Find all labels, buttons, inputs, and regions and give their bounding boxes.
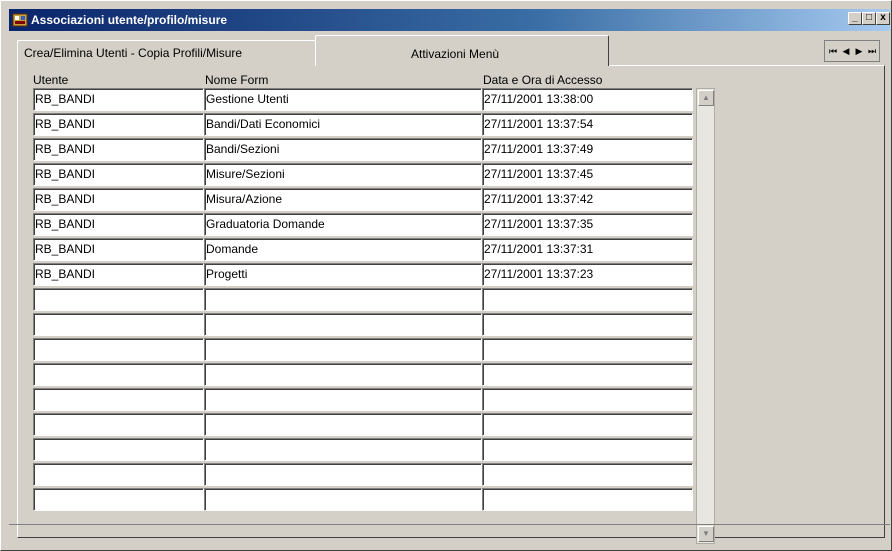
cell-user[interactable] (33, 313, 204, 336)
cell-user[interactable] (33, 488, 204, 511)
cell-datetime[interactable] (482, 488, 693, 511)
next-record-icon[interactable]: ▶ (853, 44, 865, 58)
cell-form[interactable] (204, 388, 482, 411)
cell-user[interactable]: RB_BANDI (33, 238, 204, 261)
cell-datetime[interactable] (482, 288, 693, 311)
column-header-form: Nome Form (205, 73, 269, 87)
column-header-user: Utente (33, 73, 69, 87)
app-icon (12, 12, 28, 28)
cell-datetime[interactable] (482, 313, 693, 336)
cell-form[interactable] (204, 413, 482, 436)
cell-user[interactable]: RB_BANDI (33, 88, 204, 111)
cell-user[interactable]: RB_BANDI (33, 263, 204, 286)
cell-datetime[interactable]: 27/11/2001 13:37:54 (482, 113, 693, 136)
cell-form[interactable]: Progetti (204, 263, 482, 286)
cell-form[interactable] (204, 488, 482, 511)
cell-user[interactable]: RB_BANDI (33, 163, 204, 186)
cell-datetime[interactable] (482, 413, 693, 436)
tab-attivazioni-menu[interactable]: Attivazioni Menù (315, 35, 609, 66)
cell-datetime[interactable]: 27/11/2001 13:38:00 (482, 88, 693, 111)
cell-form[interactable]: Bandi/Dati Economici (204, 113, 482, 136)
maximize-button[interactable]: □ (862, 12, 876, 25)
cell-datetime[interactable] (482, 363, 693, 386)
cell-form[interactable] (204, 463, 482, 486)
close-button[interactable]: x (876, 12, 890, 25)
window-title: Associazioni utente/profilo/misure (31, 13, 228, 27)
last-record-icon[interactable]: ⏭ (866, 44, 878, 58)
cell-form[interactable]: Misura/Azione (204, 188, 482, 211)
cell-form[interactable]: Misure/Sezioni (204, 163, 482, 186)
client-area: Crea/Elimina Utenti - Copia Profili/Misu… (9, 31, 890, 544)
cell-form[interactable]: Domande (204, 238, 482, 261)
cell-datetime[interactable] (482, 338, 693, 361)
tab-crea-elimina-utenti[interactable]: Crea/Elimina Utenti - Copia Profili/Misu… (17, 40, 317, 66)
cell-datetime[interactable] (482, 463, 693, 486)
status-bar (9, 524, 890, 543)
cell-user[interactable]: RB_BANDI (33, 213, 204, 236)
cell-form[interactable] (204, 363, 482, 386)
cell-form[interactable] (204, 313, 482, 336)
column-header-datetime: Data e Ora di Accesso (483, 73, 603, 87)
cell-form[interactable] (204, 338, 482, 361)
vertical-scrollbar[interactable]: ▲ ▼ (696, 88, 715, 544)
cell-user[interactable]: RB_BANDI (33, 188, 204, 211)
cell-user[interactable] (33, 463, 204, 486)
cell-datetime[interactable] (482, 438, 693, 461)
cell-form[interactable]: Gestione Utenti (204, 88, 482, 111)
cell-user[interactable] (33, 288, 204, 311)
title-bar[interactable]: Associazioni utente/profilo/misure _ □ x (9, 9, 890, 31)
prev-record-icon[interactable]: ◀ (840, 44, 852, 58)
first-record-icon[interactable]: ⏮ (827, 44, 839, 58)
cell-form[interactable]: Graduatoria Domande (204, 213, 482, 236)
record-navigator: ⏮ ◀ ▶ ⏭ (824, 40, 880, 62)
cell-user[interactable] (33, 388, 204, 411)
cell-datetime[interactable]: 27/11/2001 13:37:42 (482, 188, 693, 211)
cell-datetime[interactable]: 27/11/2001 13:37:35 (482, 213, 693, 236)
cell-user[interactable] (33, 338, 204, 361)
cell-form[interactable]: Bandi/Sezioni (204, 138, 482, 161)
cell-user[interactable] (33, 438, 204, 461)
scroll-up-icon[interactable]: ▲ (698, 90, 714, 106)
cell-datetime[interactable]: 27/11/2001 13:37:45 (482, 163, 693, 186)
cell-datetime[interactable]: 27/11/2001 13:37:23 (482, 263, 693, 286)
cell-datetime[interactable]: 27/11/2001 13:37:49 (482, 138, 693, 161)
cell-datetime[interactable]: 27/11/2001 13:37:31 (482, 238, 693, 261)
cell-datetime[interactable] (482, 388, 693, 411)
cell-user[interactable] (33, 363, 204, 386)
cell-form[interactable] (204, 438, 482, 461)
minimize-button[interactable]: _ (848, 12, 862, 25)
cell-user[interactable] (33, 413, 204, 436)
cell-form[interactable] (204, 288, 482, 311)
cell-user[interactable]: RB_BANDI (33, 113, 204, 136)
cell-user[interactable]: RB_BANDI (33, 138, 204, 161)
